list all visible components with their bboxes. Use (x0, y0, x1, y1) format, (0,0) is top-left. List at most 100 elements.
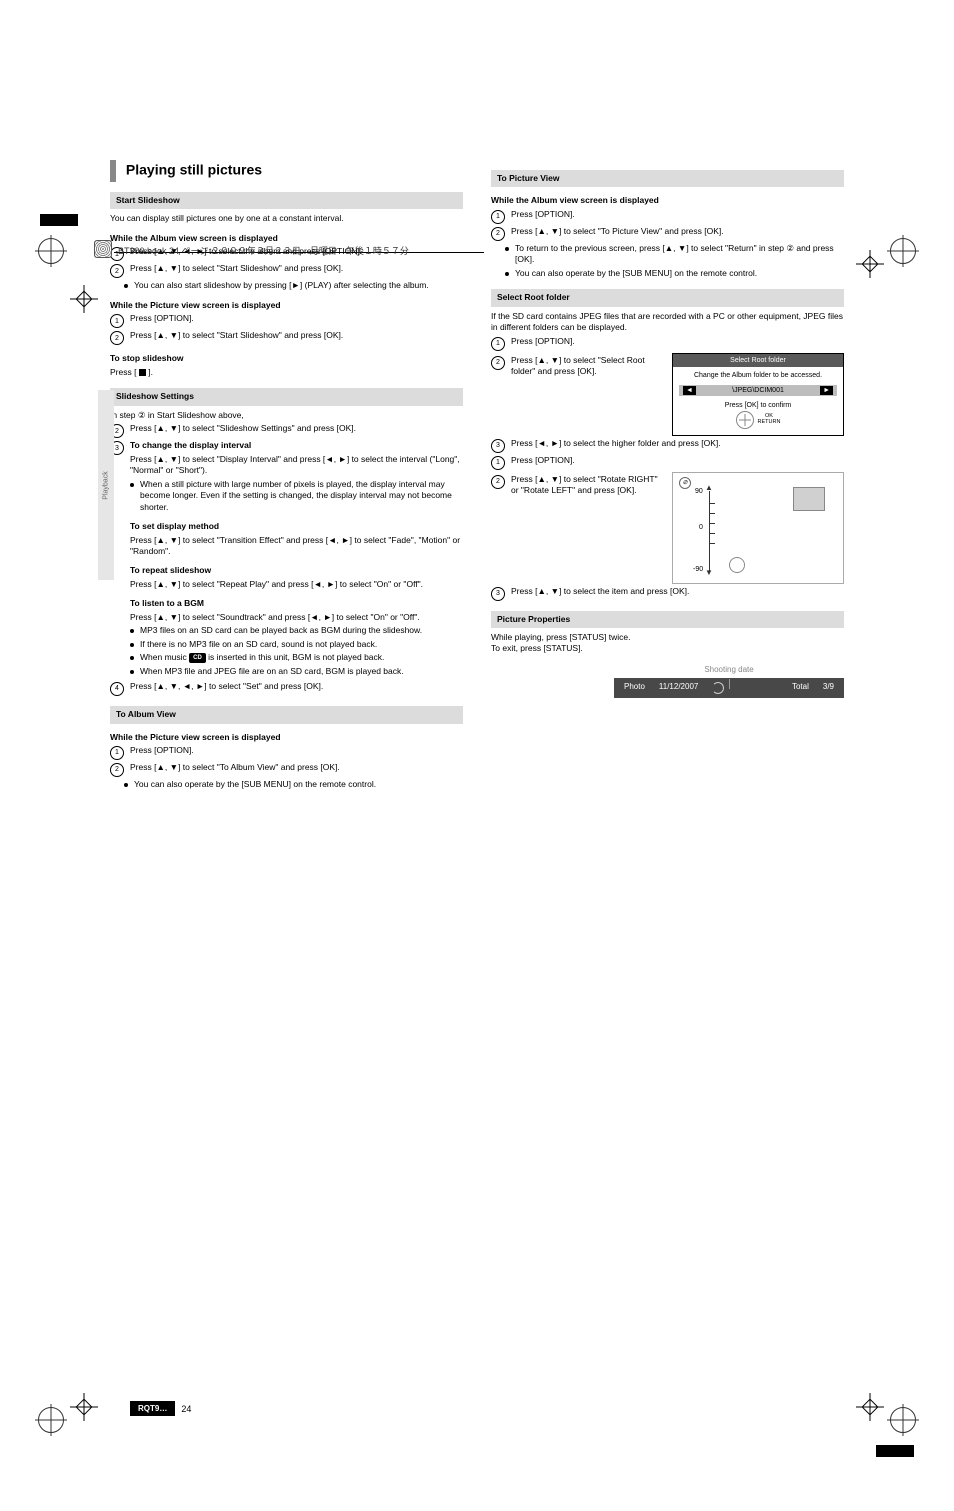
select-root-desc: If the SD card contains JPEG files that … (491, 311, 844, 334)
step-number-icon: 4 (110, 682, 124, 696)
scale-label: -90 (693, 565, 703, 574)
step-number-icon: 2 (491, 475, 505, 489)
bullet-icon (130, 629, 134, 633)
step-text: Press [▲, ▼] to select "Rotate RIGHT" or… (511, 474, 662, 497)
transition-text: Press [▲, ▼] to select "Transition Effec… (130, 535, 463, 558)
audio-bullet-3: When music CD is inserted in this unit, … (130, 652, 463, 663)
crop-mark-icon (70, 1393, 98, 1421)
dialog-path: \JPEG\DCIM001 (732, 386, 784, 395)
stop-label: To stop slideshow (110, 353, 463, 364)
page-body: Playing still pictures Start Slideshow Y… (110, 160, 844, 793)
audio-bullet-2: If there is no MP3 file on an SD card, s… (130, 639, 463, 650)
picture-step-1: 1 Press [OPTION]. (110, 313, 463, 328)
section-slideshow-settings: Slideshow Settings (110, 388, 463, 405)
bullet-text: You can also operate by the [SUB MENU] o… (134, 779, 463, 790)
registration-mark-icon (890, 1407, 916, 1433)
strip-date: 11/12/2007 (659, 682, 698, 693)
section-select-root: Select Root folder (491, 289, 844, 306)
page-title-text: Playing still pictures (126, 162, 262, 178)
step-text: Press [▲, ▼] to select "Slideshow Settin… (130, 423, 463, 438)
bullet-icon (130, 670, 134, 674)
props-lead: While playing, press [STATUS] twice. (491, 632, 844, 643)
interval-heading: To change the display interval (130, 440, 463, 451)
audio-heading: To listen to a BGM (130, 598, 463, 609)
rotate-step-3: 3 Press [▲, ▼] to select the item and pr… (491, 586, 844, 601)
selroot-step-1: 1 Press [OPTION]. (491, 336, 844, 351)
step-number-icon: 2 (110, 264, 124, 278)
registration-mark-icon (890, 238, 916, 264)
step-text: Press [OPTION]. (511, 209, 844, 224)
settings-intro: In step ② in Start Slideshow above, (110, 410, 463, 421)
settings-step-4: 4 Press [▲, ▼, ◄, ►] to select "Set" and… (110, 681, 463, 696)
settings-step-2: 2 Press [▲, ▼] to select "Slideshow Sett… (110, 423, 463, 438)
dialog-subtitle: Change the Album folder to be accessed. (673, 367, 843, 382)
page-title: Playing still pictures (110, 160, 463, 182)
strip-photo-label: Photo (624, 682, 645, 693)
select-root-dialog: Select Root folder Change the Album fold… (672, 353, 844, 436)
picture-step-2: 2 Press [▲, ▼] to select "Start Slidesho… (110, 330, 463, 345)
scale-label: 0 (699, 523, 703, 532)
rotate-icon (729, 557, 745, 573)
step-number-icon: 1 (110, 314, 124, 328)
bullet-text: You can also operate by the [SUB MENU] o… (515, 268, 844, 279)
settings-step-3: 3 To change the display interval Press [… (110, 440, 463, 679)
topicture-bullet-2: You can also operate by the [SUB MENU] o… (505, 268, 844, 279)
step-number-icon: 2 (491, 356, 505, 370)
step-number-icon: 1 (491, 456, 505, 470)
bullet-text: You can also start slideshow by pressing… (134, 280, 463, 291)
dialog-title: Select Root folder (673, 354, 843, 367)
step-text: Press [OPTION]. (130, 745, 463, 760)
side-tab: Playback (98, 390, 114, 580)
bullet-icon (505, 247, 509, 251)
bullet-text: If there is no MP3 file on an SD card, s… (140, 639, 463, 650)
side-tab-label: Playback (103, 471, 110, 499)
bullet-text: When MP3 file and JPEG file are on an SD… (140, 666, 463, 677)
step-text: Press [▲, ▼] to select "Start Slideshow"… (130, 330, 463, 345)
start-step-2: 2 Press [▲, ▼] to select "Start Slidesho… (110, 263, 463, 278)
start-desc: You can display still pictures one by on… (110, 213, 463, 224)
audio-bullet-4: When MP3 file and JPEG file are on an SD… (130, 666, 463, 677)
step-text: Press [▲, ▼, ◄, ►] to select "Set" and p… (130, 681, 463, 696)
repeat-text: Press [▲, ▼] to select "Repeat Play" and… (130, 579, 463, 590)
topicture-bullet-1: To return to the previous screen, press … (505, 243, 844, 266)
audio-bullet-1: MP3 files on an SD card can be played ba… (130, 625, 463, 636)
subhead-picture: While the Picture view screen is display… (110, 300, 463, 311)
dialog-ok-return: OK RETURN (758, 414, 781, 425)
bullet-icon (505, 272, 509, 276)
right-column: To Picture View While the Album view scr… (491, 160, 844, 793)
selroot-step-2: 2 Press [▲, ▼] to select "Select Root fo… (491, 355, 662, 378)
toalbum-lead: While the Picture view screen is display… (110, 732, 463, 743)
properties-figure: Shooting date Photo 11/12/2007 Total 3/9 (614, 665, 844, 698)
crop-mark-icon (856, 1393, 884, 1421)
trim-mark-top (40, 214, 78, 226)
toalbum-bullet: You can also operate by the [SUB MENU] o… (124, 779, 463, 790)
section-to-album: To Album View (110, 706, 463, 723)
step-text: Press [▲, ▼] to select "To Picture View"… (511, 226, 844, 241)
bullet-text: To return to the previous screen, press … (515, 243, 844, 266)
scale-tick-icon (709, 503, 715, 504)
step-text: Press [▲, ▼] to select "Start Slideshow"… (130, 263, 463, 278)
bullet-icon (124, 284, 128, 288)
step-text: Press [OPTION]. (130, 313, 463, 328)
rotate-status-icon (712, 682, 724, 694)
step-number-icon: 2 (491, 227, 505, 241)
selroot-step-3: 3 Press [◄, ►] to select the higher fold… (491, 438, 844, 453)
no-entry-icon: ⊘ (679, 477, 691, 489)
dialog-path-row: ◄ \JPEG\DCIM001 ► (679, 385, 837, 396)
step-number-icon: 3 (491, 587, 505, 601)
interval-bullet: When a still picture with large number o… (130, 479, 463, 513)
chevron-left-icon: ◄ (683, 386, 696, 395)
strip-total-label: Total (792, 682, 809, 693)
repeat-heading: To repeat slideshow (130, 565, 463, 576)
scale-tick-icon (709, 523, 715, 524)
rotate-step-1: 1 Press [OPTION]. (491, 455, 844, 470)
bullet-icon (130, 643, 134, 647)
bullet-icon (124, 783, 128, 787)
step-number-icon: 1 (491, 210, 505, 224)
footer-code: RQT9… (130, 1401, 175, 1416)
crop-mark-icon (70, 285, 98, 313)
bullet-icon (130, 483, 134, 487)
page-number: 24 (181, 1404, 191, 1414)
toalbum-step-1: 1 Press [OPTION]. (110, 745, 463, 760)
toalbum-step-2: 2 Press [▲, ▼] to select "To Album View"… (110, 762, 463, 777)
